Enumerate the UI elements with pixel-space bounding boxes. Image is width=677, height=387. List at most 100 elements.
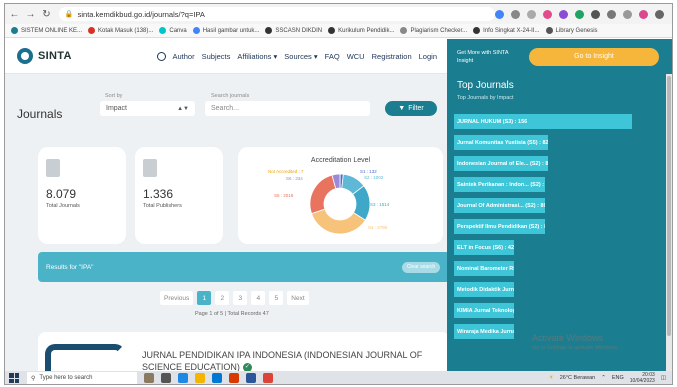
slice-label: S1 : 132 (360, 169, 377, 174)
bookmark-item[interactable]: Hasil gambar untuk... (192, 27, 260, 34)
bookmark-icon (400, 27, 408, 34)
bookmark-item[interactable]: Kotak Masuk (138)... (88, 27, 153, 34)
top-journal-bar[interactable]: Saintek Perikanan : Indon... (S2) : 80 (454, 177, 545, 192)
menu-icon[interactable] (655, 9, 664, 19)
address-bar[interactable]: 🔒 sinta.kemdikbud.go.id/journals/?q=IPA (58, 7, 495, 21)
top-journal-bar[interactable]: Metodik Didaktik Jurnal... (S3) : 41.9 (454, 282, 514, 297)
clock[interactable]: 20:03 10/04/2023 (630, 372, 655, 384)
sinta-logo[interactable]: SINTA (17, 48, 72, 64)
powerpoint-icon[interactable] (229, 373, 239, 383)
next-page-button[interactable]: Next (287, 291, 309, 305)
top-journal-bar[interactable]: Nominal Barometer Riset... (S2) : 42.3 (454, 261, 514, 276)
scrollbar-thumb[interactable] (667, 76, 671, 336)
page-3-button[interactable]: 3 (233, 291, 248, 305)
top-journal-bar[interactable]: Journal Of Administrasi... (S2) : 80.557 (454, 198, 545, 213)
bookmark-label: SSCASN DIKDIN (275, 27, 323, 34)
windows-start-icon[interactable] (9, 373, 19, 383)
nav-item-sources[interactable]: Sources ▾ (284, 52, 317, 61)
sinta-logo-icon (17, 48, 33, 64)
bookmark-item[interactable]: Kurikulum Pendidik... (328, 27, 394, 34)
filter-icon: ▼ (398, 105, 406, 112)
bookmark-label: Plagiarism Checker... (410, 27, 468, 34)
journal-title-text: JURNAL PENDIDIKAN IPA INDONESIA (INDONES… (142, 350, 423, 371)
top-journal-bar[interactable]: KIMIA Jurnal Teknologi... (S2) : 38 (454, 303, 514, 318)
sort-value: Impact (106, 105, 128, 112)
reload-icon[interactable]: ↻ (40, 7, 53, 21)
bookmark-label: Hasil gambar untuk... (202, 27, 260, 34)
bookmark-label: Kurikulum Pendidik... (338, 27, 395, 34)
page-info: Page 1 of 5 | Total Records 47 (195, 311, 269, 317)
extension-icon[interactable] (559, 9, 568, 19)
lock-icon: 🔒 (64, 11, 74, 18)
nav-item-registration[interactable]: Registration (372, 52, 412, 61)
bookmark-item[interactable]: SISTEM ONLINE KE... (11, 27, 82, 34)
journal-title[interactable]: JURNAL PENDIDIKAN IPA INDONESIA (INDONES… (142, 349, 442, 371)
extension-icon[interactable] (543, 9, 552, 19)
journal-logo (45, 344, 125, 371)
window-icon[interactable] (623, 9, 632, 19)
edge-icon[interactable] (178, 373, 188, 383)
filter-label: Filter (408, 105, 424, 112)
compass-icon[interactable] (156, 51, 166, 61)
top-journal-bar[interactable]: Wiraraja Medika Jurnal... (S3) : 37 (454, 324, 514, 339)
sort-select[interactable]: Impact ▲▼ (100, 101, 195, 116)
page-1-button[interactable]: 1 (197, 291, 212, 305)
filter-button[interactable]: ▼ Filter (385, 101, 437, 116)
taskbar-search[interactable]: ⚲ Type here to search (27, 372, 137, 384)
clock-date: 10/04/2023 (629, 378, 655, 384)
notification-icon[interactable]: ◫ (661, 375, 666, 381)
google-icon[interactable] (495, 9, 504, 19)
page-title: Journals (17, 107, 63, 121)
scrollbar[interactable] (666, 74, 672, 371)
page-2-button[interactable]: 2 (215, 291, 230, 305)
page-4-button[interactable]: 4 (251, 291, 266, 305)
nav-item-wcu[interactable]: WCU (347, 52, 365, 61)
bookmark-item[interactable]: Info Singkat X-24-II... (473, 27, 540, 34)
bookmark-item[interactable]: Library Genesis (545, 27, 598, 34)
nav-item-author[interactable]: Author (173, 52, 195, 61)
nav-item-faq[interactable]: FAQ (325, 52, 340, 61)
forward-icon[interactable]: → (24, 7, 37, 21)
clear-search-button[interactable]: Clear search (402, 261, 440, 273)
search-label: Search journals (211, 93, 250, 99)
sidebar-icon[interactable] (607, 9, 616, 19)
word-icon[interactable] (246, 373, 256, 383)
top-journal-bar[interactable]: Indonesian Journal of Ele... (S2) : 82 (454, 156, 548, 171)
task-view-icon[interactable] (161, 373, 171, 383)
go-to-insight-button[interactable]: Go to Insight (529, 47, 659, 66)
slice-label: S5 : 2018 (274, 193, 294, 198)
weather-widget-icon[interactable] (144, 373, 154, 383)
share-icon[interactable] (511, 9, 520, 19)
total-publishers-value: 1.336 (143, 187, 174, 201)
banner-text: Get More with SINTA Insight (457, 49, 517, 65)
top-journal-bar[interactable]: ELT in Focus (S6) : 42 (454, 240, 514, 255)
accreditation-donut-chart: Not Accredited : 7 S1 : 132S2 : 1002 S3 : … (268, 169, 390, 235)
journal-result-card[interactable]: JURNAL PENDIDIKAN IPA INDONESIA (INDONES… (38, 332, 450, 371)
network-icon[interactable]: ⌃ (601, 375, 606, 381)
previous-page-button[interactable]: Previous (160, 291, 194, 305)
back-icon[interactable]: ← (8, 7, 21, 21)
nav-item-affiliations[interactable]: Affiliations ▾ (237, 52, 277, 61)
bookmark-item[interactable]: SSCASN DIKDIN (265, 27, 322, 34)
extension-icon[interactable] (575, 9, 584, 19)
donut-slice[interactable] (309, 174, 337, 215)
top-journal-bar[interactable]: Jurnal Komunitas Yustisia (S5) : 82 (454, 135, 548, 150)
store-icon[interactable] (212, 373, 222, 383)
slice-label: S2 : 1002 (364, 175, 384, 180)
chrome-icon[interactable] (263, 373, 273, 383)
search-input[interactable]: Search... (205, 101, 370, 116)
nav-item-login[interactable]: Login (419, 52, 437, 61)
star-icon[interactable] (527, 9, 536, 19)
profile-avatar[interactable] (639, 9, 648, 19)
puzzle-icon[interactable] (591, 9, 600, 19)
bookmark-item[interactable]: Canva (159, 27, 187, 34)
top-journal-bar[interactable]: Perspektif Ilmu Pendidikan (S2) : 80.557 (454, 219, 545, 234)
page-5-button[interactable]: 5 (269, 291, 284, 305)
file-explorer-icon[interactable] (195, 373, 205, 383)
bookmark-icon (545, 27, 553, 34)
bookmark-item[interactable]: Plagiarism Checker... (400, 27, 467, 34)
language-indicator[interactable]: ENG (612, 375, 624, 381)
bookmark-label: Canva (169, 27, 187, 34)
top-journal-bar[interactable]: JURNAL HUKUM (S3) : 156 (454, 114, 632, 129)
nav-item-subjects[interactable]: Subjects (202, 52, 231, 61)
